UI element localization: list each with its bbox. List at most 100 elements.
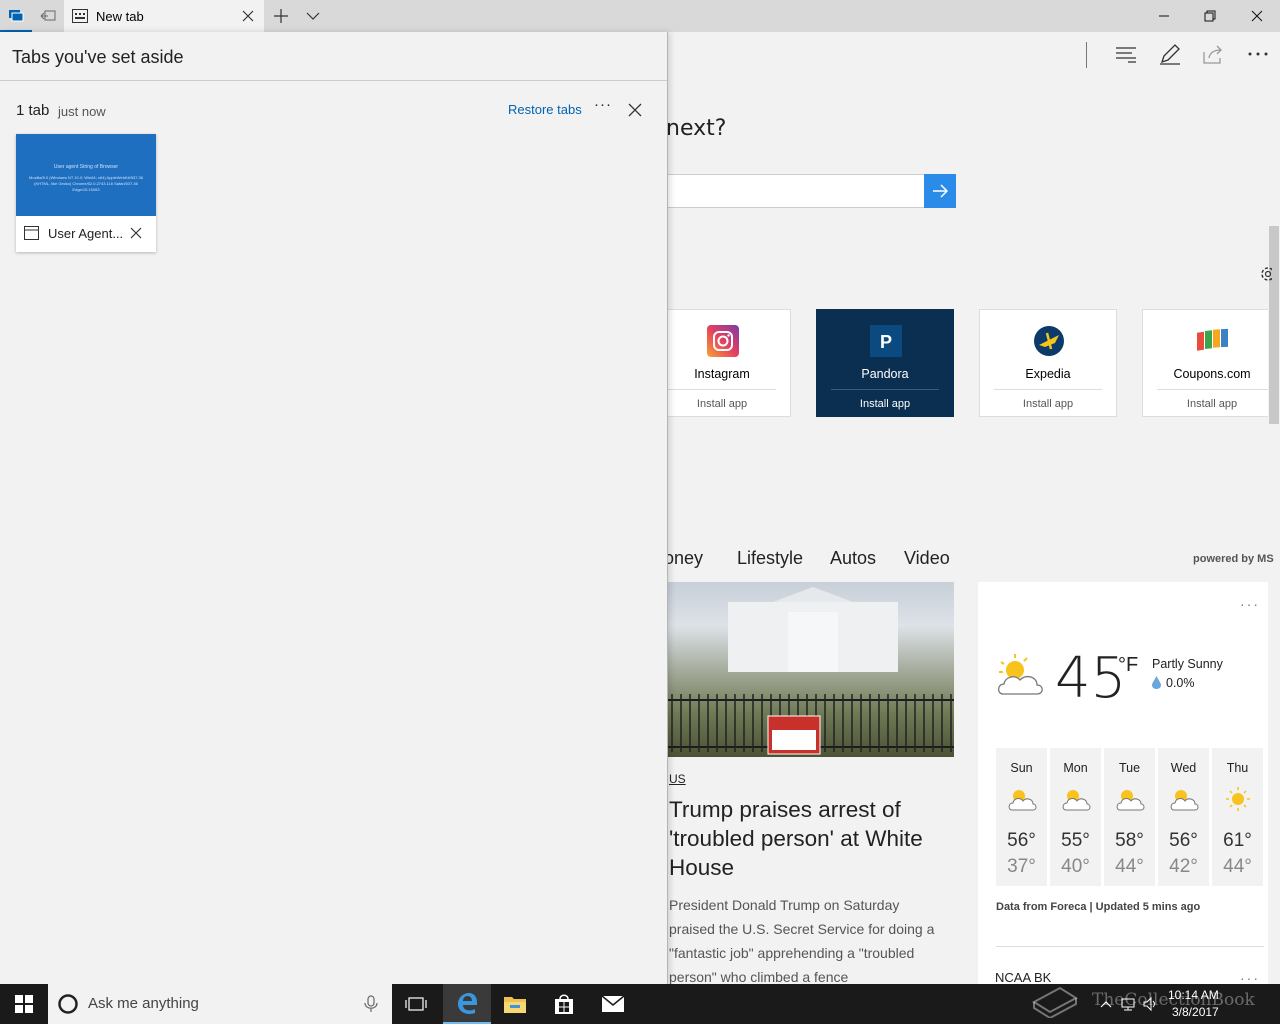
search-input[interactable]	[666, 174, 924, 208]
article-image[interactable]	[668, 582, 954, 757]
install-app-link[interactable]: Install app	[980, 398, 1116, 410]
tabs-aside-icon	[9, 10, 24, 22]
tab-card-title: User Agent...	[48, 226, 124, 241]
partly-sunny-icon	[1116, 790, 1145, 811]
tile-coupons[interactable]: Coupons.com Install app	[1142, 309, 1268, 417]
tab-title: New tab	[96, 8, 144, 24]
forecast-day: Wed 56° 42°	[1158, 748, 1209, 886]
folder-icon	[504, 997, 526, 1013]
svg-text:P: P	[880, 332, 892, 352]
set-tabs-aside-button[interactable]	[32, 0, 64, 32]
forecast-day-name: Sun	[1010, 761, 1033, 775]
clock-date[interactable]: 3/8/2017	[1172, 1005, 1219, 1019]
minimize-button[interactable]	[1141, 0, 1187, 32]
tab-close-icon[interactable]	[240, 8, 256, 24]
plus-icon	[274, 9, 288, 23]
news-nav-autos[interactable]: Autos	[830, 548, 876, 569]
weather-condition: Partly Sunny	[1152, 657, 1223, 671]
forecast-low: 44°	[1115, 856, 1144, 877]
white-house-photo	[668, 587, 954, 755]
tile-name: Expedia	[1025, 367, 1071, 381]
task-view-icon	[405, 997, 427, 1011]
forecast-day: Sun 56° 37°	[996, 748, 1047, 886]
weather-unit: °F	[1118, 654, 1139, 676]
weather-more-icon[interactable]: ···	[1240, 596, 1260, 612]
forecast-day: Thu 61° 44°	[1212, 748, 1263, 886]
forecast-high: 61°	[1223, 830, 1252, 851]
tile-divider	[994, 389, 1102, 390]
tile-pandora[interactable]: P Pandora Install app	[816, 309, 954, 417]
forecast-day-name: Mon	[1063, 761, 1088, 775]
pandora-icon: P	[870, 325, 902, 357]
taskbar-mail[interactable]	[589, 984, 637, 1024]
more-icon[interactable]	[1246, 42, 1270, 66]
tile-name: Instagram	[694, 367, 750, 381]
clock-time[interactable]: 10:14 AM	[1168, 988, 1219, 1002]
tabs-aside-panel: Tabs you've set aside 1 tab just now Res…	[0, 32, 668, 984]
chevron-down-icon	[306, 12, 320, 20]
forecast-high: 58°	[1115, 830, 1144, 851]
forecast-day: Mon 55° 40°	[1050, 748, 1101, 886]
search-go-button[interactable]	[924, 174, 956, 208]
forecast-low: 40°	[1061, 856, 1090, 877]
store-icon	[555, 994, 573, 1014]
forecast-day-name: Tue	[1118, 761, 1141, 775]
taskbar-store[interactable]	[540, 984, 588, 1024]
partly-sunny-icon	[1170, 790, 1199, 811]
tile-divider	[668, 389, 776, 390]
new-tab-button[interactable]	[265, 0, 297, 32]
tile-name: Pandora	[861, 367, 909, 381]
task-view-button[interactable]	[392, 984, 440, 1024]
book-watermark-icon	[1032, 986, 1078, 1018]
weather-precipitation: 0.0%	[1166, 676, 1195, 690]
share-icon[interactable]	[1201, 42, 1225, 66]
group-more-button[interactable]: ···	[594, 96, 612, 113]
tile-expedia[interactable]: Expedia Install app	[979, 309, 1117, 417]
group-tab-count: 1 tab	[16, 102, 50, 119]
article-title[interactable]: Trump praises arrest of 'troubled person…	[669, 795, 949, 882]
microphone-icon[interactable]	[364, 995, 378, 1013]
hub-icon[interactable]	[1114, 42, 1138, 66]
article-category[interactable]: US	[669, 772, 686, 786]
weather-source: Data from Foreca | Updated 5 mins ago	[996, 901, 1201, 913]
gear-icon[interactable]	[1258, 264, 1272, 284]
tile-divider	[1157, 389, 1268, 390]
powered-by-label: powered by MS	[1193, 553, 1274, 565]
tab-new-tab[interactable]: New tab	[64, 0, 264, 32]
tab-page-icon	[72, 9, 88, 23]
taskbar-edge[interactable]	[443, 984, 491, 1024]
restore-tabs-link[interactable]: Restore tabs	[508, 102, 582, 117]
weather-temperature: 45	[1055, 646, 1127, 711]
tabs-aside-button[interactable]	[0, 0, 32, 32]
thumbnail-title: User agent String of Browser	[53, 164, 119, 170]
forecast-low: 37°	[1007, 856, 1036, 877]
taskbar-file-explorer[interactable]	[491, 984, 539, 1024]
set-aside-tab-card[interactable]: User agent String of Browser Mozilla/5.0…	[16, 134, 156, 252]
panel-title: Tabs you've set aside	[12, 47, 184, 67]
tile-instagram[interactable]: Instagram Install app	[653, 309, 791, 417]
arrow-right-icon	[933, 184, 949, 198]
partly-sunny-icon	[1062, 790, 1091, 811]
close-icon[interactable]	[627, 102, 643, 118]
close-window-button[interactable]	[1234, 0, 1280, 32]
close-icon[interactable]	[130, 227, 142, 239]
news-nav-video[interactable]: Video	[904, 548, 950, 569]
panel-divider	[0, 80, 667, 81]
forecast-day-name: Thu	[1226, 761, 1249, 775]
restore-button[interactable]	[1187, 0, 1233, 32]
weather-divider	[996, 946, 1264, 947]
forecast-day: Tue 58° 44°	[1104, 748, 1155, 886]
sunny-icon	[1226, 787, 1250, 811]
install-app-link[interactable]: Install app	[654, 398, 790, 410]
install-app-link[interactable]: Install app	[1143, 398, 1280, 410]
web-note-icon[interactable]	[1158, 42, 1182, 66]
tile-name: Coupons.com	[1173, 367, 1251, 381]
news-nav-lifestyle[interactable]: Lifestyle	[737, 548, 803, 569]
forecast-low: 44°	[1223, 856, 1252, 877]
install-app-link[interactable]: Install app	[817, 398, 953, 410]
tab-preview-toggle[interactable]	[297, 0, 329, 32]
start-button[interactable]	[0, 984, 48, 1024]
windows-icon	[15, 995, 33, 1013]
scrollbar-thumb[interactable]	[1269, 226, 1279, 424]
forecast-high: 55°	[1061, 830, 1090, 851]
